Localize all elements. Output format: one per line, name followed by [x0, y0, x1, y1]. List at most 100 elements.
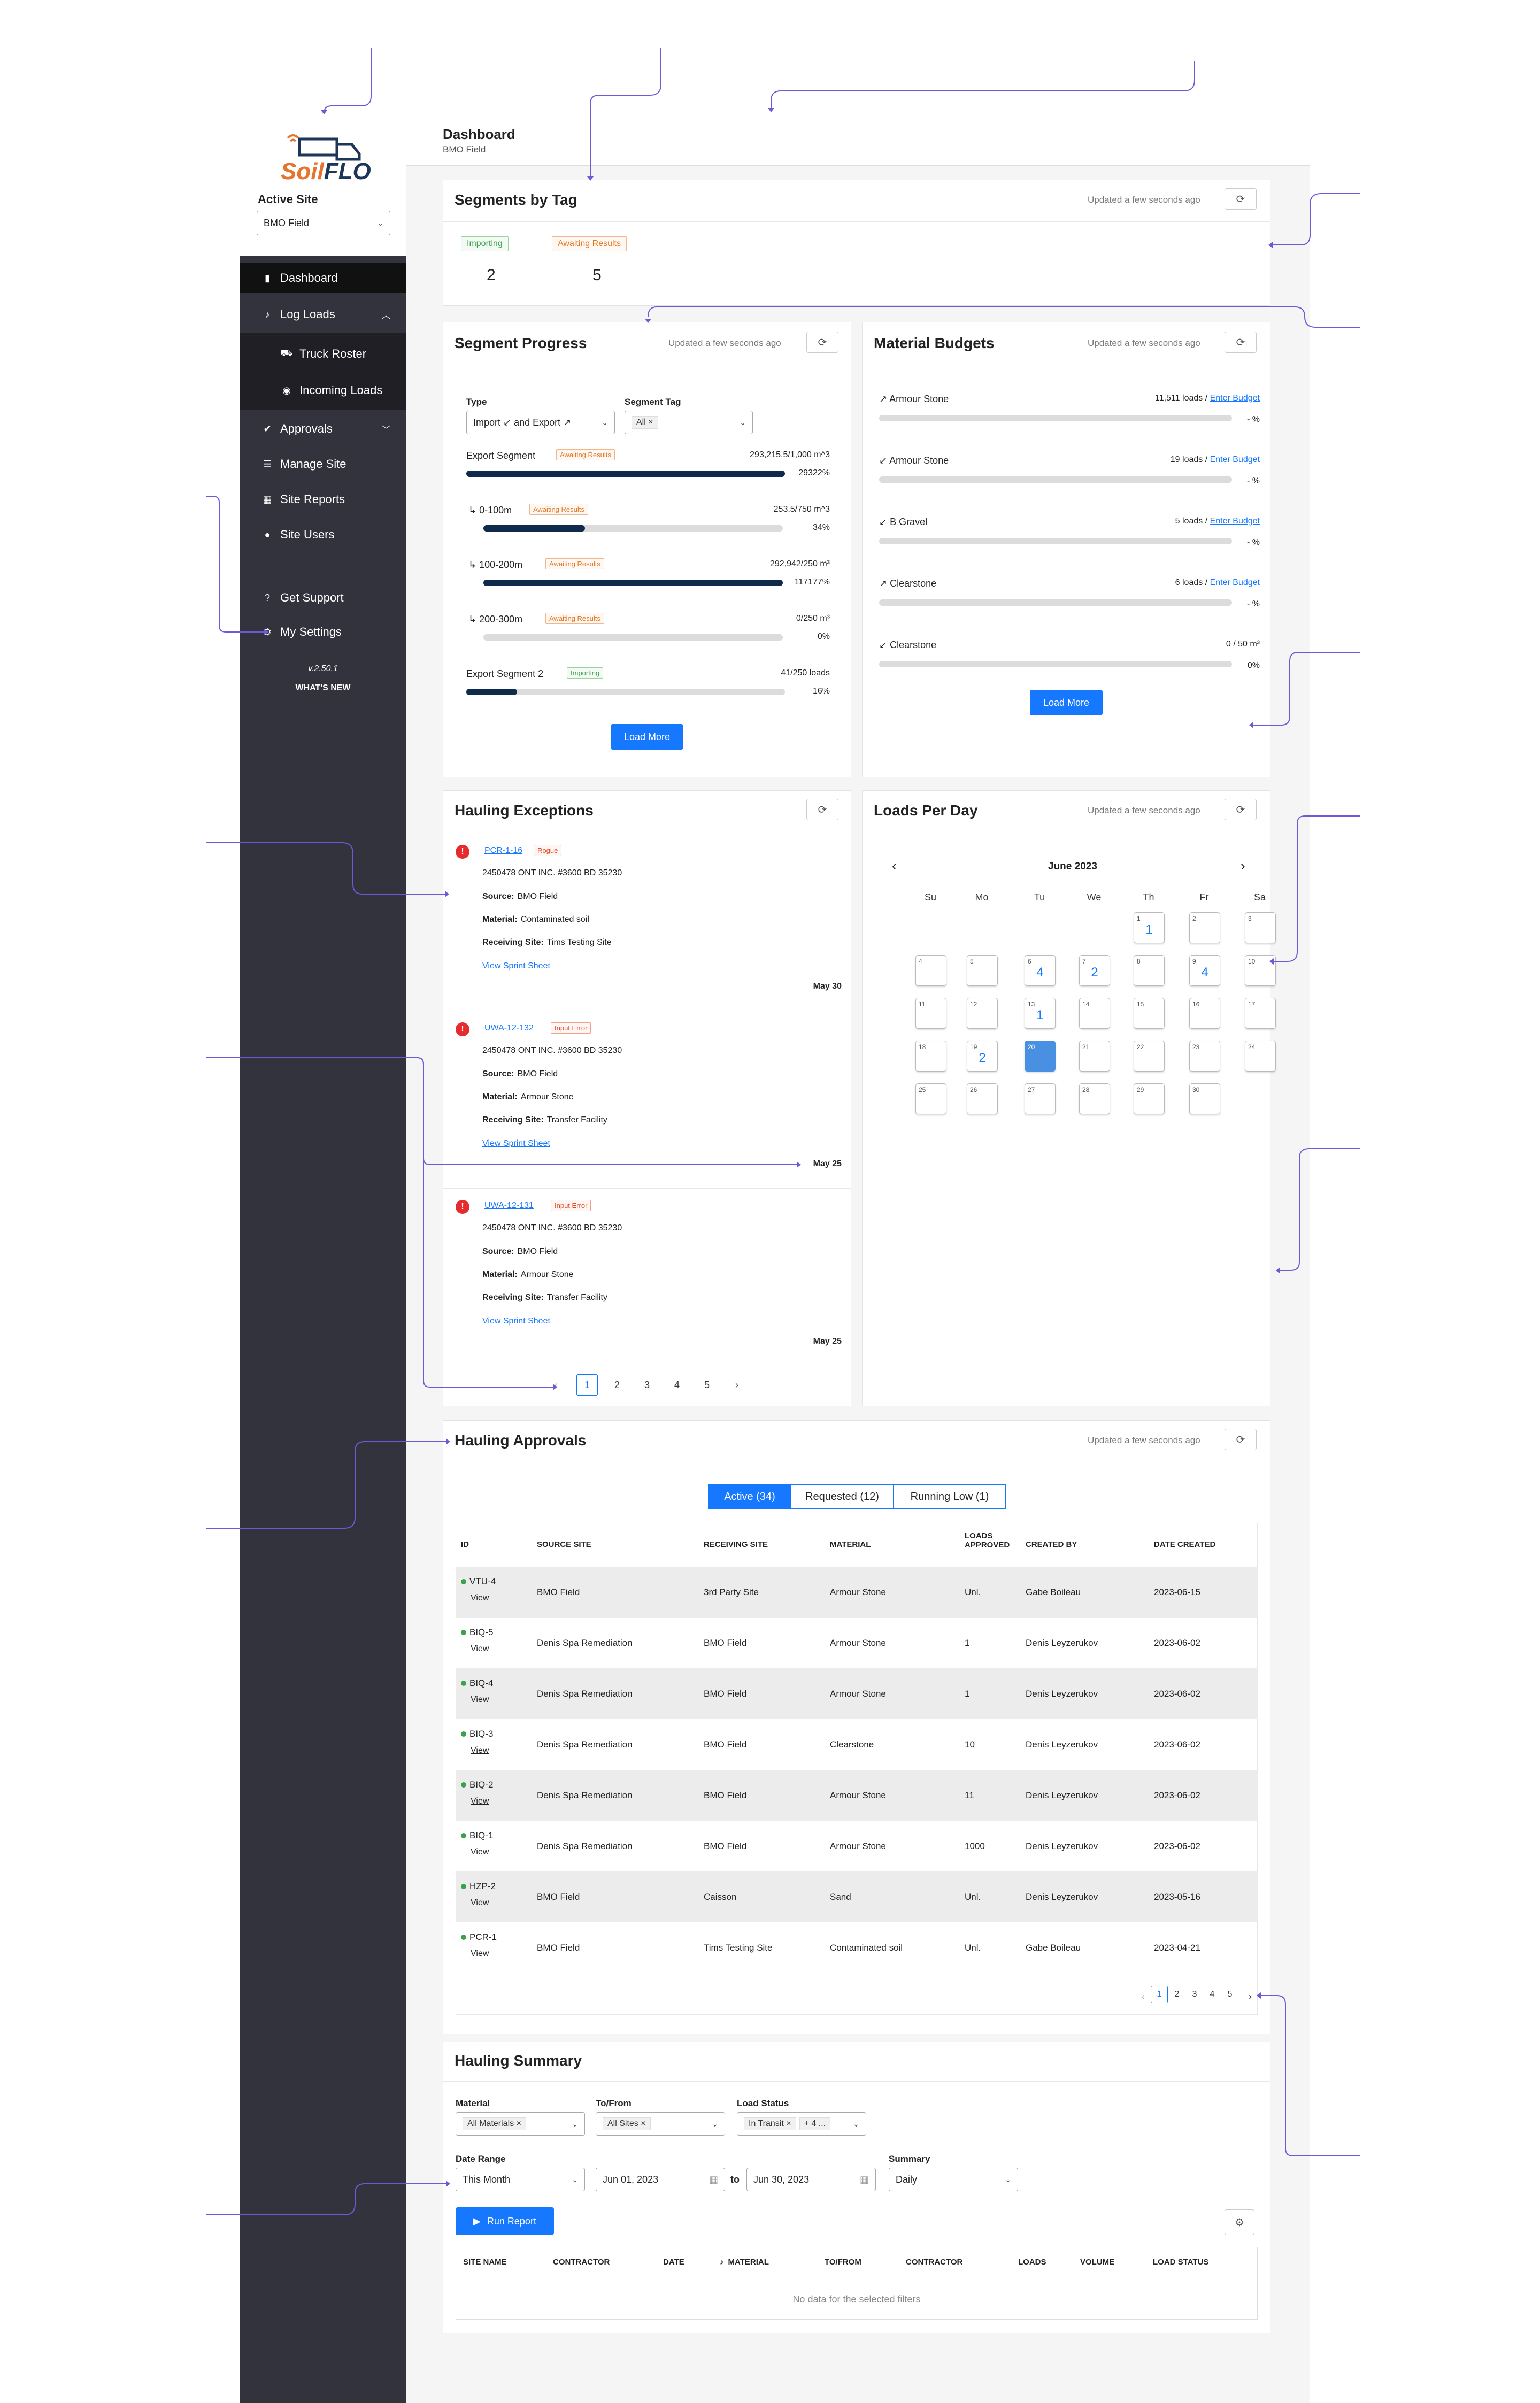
active-site-select[interactable]: BMO Field ⌄: [257, 211, 390, 235]
view-link[interactable]: View: [471, 1797, 489, 1806]
status-more-chip[interactable]: + 4 ...: [799, 2117, 831, 2130]
tag-chip[interactable]: All ×: [632, 416, 658, 429]
sidebar-item-site-users[interactable]: ● Site Users: [240, 520, 406, 550]
calendar-day[interactable]: 64: [1025, 955, 1056, 986]
calendar-day[interactable]: 15: [1134, 998, 1165, 1029]
view-link[interactable]: View: [471, 1695, 489, 1705]
load-more-button[interactable]: Load More: [611, 724, 683, 750]
calendar-day[interactable]: 5: [967, 955, 998, 986]
calendar-day[interactable]: 23: [1189, 1041, 1220, 1072]
calendar-day[interactable]: 12: [967, 998, 998, 1029]
load-more-button[interactable]: Load More: [1030, 690, 1103, 715]
enter-budget-link[interactable]: Enter Budget: [1210, 578, 1260, 587]
calendar-day[interactable]: 20: [1025, 1041, 1056, 1072]
calendar-day[interactable]: 25: [915, 1083, 946, 1114]
sidebar-item-incoming-loads[interactable]: ◉ Incoming Loads: [240, 375, 406, 405]
calendar-day[interactable]: 16: [1189, 998, 1220, 1029]
refresh-button[interactable]: ⟳: [1225, 188, 1257, 210]
refresh-button[interactable]: ⟳: [806, 332, 838, 353]
calendar-day[interactable]: 18: [915, 1041, 946, 1072]
sidebar-item-manage-site[interactable]: ☰ Manage Site: [240, 449, 406, 479]
calendar-day[interactable]: 13 1: [1025, 998, 1056, 1029]
calendar-day[interactable]: 94: [1189, 955, 1220, 986]
sidebar-item-get-support[interactable]: ? Get Support: [240, 583, 406, 613]
view-link[interactable]: View: [471, 1746, 489, 1755]
load-status-select[interactable]: In Transit × + 4 ... ⌄: [737, 2112, 866, 2136]
sidebar-item-truck-roster[interactable]: ⛟ Truck Roster: [240, 339, 406, 369]
pagination-page[interactable]: 3: [1186, 1986, 1203, 2003]
calendar-day[interactable]: 3: [1245, 912, 1276, 943]
pagination-page[interactable]: 1: [1151, 1986, 1168, 2003]
sidebar-item-log-loads[interactable]: ♪ Log Loads ︿: [240, 299, 406, 329]
calendar-prev-button[interactable]: ‹: [892, 858, 897, 874]
refresh-button[interactable]: ⟳: [1225, 1429, 1257, 1450]
calendar-day[interactable]: 19 2: [967, 1041, 998, 1072]
tofrom-select[interactable]: All Sites × ⌄: [596, 2112, 725, 2136]
pagination-page[interactable]: 2: [606, 1374, 628, 1396]
view-sprint-sheet-link[interactable]: View Sprint Sheet: [482, 1316, 550, 1326]
calendar-day[interactable]: 22: [1134, 1041, 1165, 1072]
exception-id-link[interactable]: UWA-12-132: [484, 1023, 534, 1033]
view-link[interactable]: View: [471, 1898, 489, 1908]
pagination-page[interactable]: 4: [666, 1374, 688, 1396]
calendar-day[interactable]: 2: [1189, 912, 1220, 943]
calendar-day[interactable]: 4: [915, 955, 946, 986]
status-chip[interactable]: In Transit ×: [744, 2117, 796, 2130]
whats-new-link[interactable]: WHAT'S NEW: [240, 683, 406, 693]
settings-button[interactable]: ⚙: [1225, 2209, 1254, 2235]
refresh-button[interactable]: ⟳: [1225, 799, 1257, 820]
refresh-button[interactable]: ⟳: [806, 799, 838, 820]
calendar-day[interactable]: 72: [1079, 955, 1110, 986]
enter-budget-link[interactable]: Enter Budget: [1210, 394, 1260, 403]
material-select[interactable]: All Materials × ⌄: [456, 2112, 585, 2136]
enter-budget-link[interactable]: Enter Budget: [1210, 455, 1260, 464]
exception-id-link[interactable]: UWA-12-131: [484, 1201, 534, 1211]
tab-running-low[interactable]: Running Low (1): [893, 1484, 1006, 1509]
sidebar-item-site-reports[interactable]: ▦ Site Reports: [240, 484, 406, 514]
calendar-day[interactable]: 17: [1245, 998, 1276, 1029]
run-report-button[interactable]: ▶ Run Report: [456, 2207, 554, 2235]
pagination-page[interactable]: 3: [636, 1374, 658, 1396]
pagination-page[interactable]: 4: [1204, 1986, 1221, 2003]
calendar-day[interactable]: 29: [1134, 1083, 1165, 1114]
calendar-day[interactable]: 27: [1025, 1083, 1056, 1114]
sidebar-item-approvals[interactable]: ✔ Approvals ﹀: [240, 414, 406, 444]
calendar-day[interactable]: 8: [1134, 955, 1165, 986]
view-link[interactable]: View: [471, 1593, 489, 1603]
calendar-day[interactable]: 10: [1245, 955, 1276, 986]
date-from-input[interactable]: Jun 01, 2023 ▦: [596, 2168, 725, 2191]
tab-active[interactable]: Active (34): [708, 1484, 791, 1509]
pagination-next[interactable]: ›: [1239, 1986, 1261, 2007]
refresh-button[interactable]: ⟳: [1225, 332, 1257, 353]
calendar-day[interactable]: 11: [1134, 912, 1165, 943]
enter-budget-link[interactable]: Enter Budget: [1210, 517, 1260, 526]
pagination-next[interactable]: ›: [726, 1374, 748, 1396]
view-sprint-sheet-link[interactable]: View Sprint Sheet: [482, 961, 550, 971]
tab-requested[interactable]: Requested (12): [790, 1484, 894, 1509]
calendar-day[interactable]: 14: [1079, 998, 1110, 1029]
calendar-day[interactable]: 21: [1079, 1041, 1110, 1072]
material-chip[interactable]: All Materials ×: [463, 2117, 526, 2130]
date-range-select[interactable]: This Month ⌄: [456, 2168, 585, 2191]
date-to-input[interactable]: Jun 30, 2023 ▦: [746, 2168, 876, 2191]
view-link[interactable]: View: [471, 1644, 489, 1654]
pagination-page[interactable]: 5: [696, 1374, 718, 1396]
calendar-day[interactable]: 11: [915, 998, 946, 1029]
calendar-next-button[interactable]: ›: [1241, 858, 1245, 874]
view-link[interactable]: View: [471, 1847, 489, 1857]
view-sprint-sheet-link[interactable]: View Sprint Sheet: [482, 1139, 550, 1149]
calendar-day[interactable]: 28: [1079, 1083, 1110, 1114]
calendar-day[interactable]: 24: [1245, 1041, 1276, 1072]
pagination-prev[interactable]: ‹: [545, 1374, 567, 1396]
type-select[interactable]: Import ↙ and Export ↗ ⌄: [466, 411, 615, 434]
calendar-day[interactable]: 30: [1189, 1083, 1220, 1114]
pagination-page[interactable]: 2: [1168, 1986, 1185, 2003]
sidebar-item-dashboard[interactable]: ▮ Dashboard: [240, 263, 406, 293]
pagination-page[interactable]: 5: [1221, 1986, 1238, 2003]
pagination-page[interactable]: 1: [576, 1374, 598, 1396]
calendar-day[interactable]: 26: [967, 1083, 998, 1114]
segment-tag-select[interactable]: All × ⌄: [625, 411, 753, 434]
exception-id-link[interactable]: PCR-1-16: [484, 846, 522, 856]
view-link[interactable]: View: [471, 1949, 489, 1959]
tofrom-chip[interactable]: All Sites ×: [603, 2117, 651, 2130]
